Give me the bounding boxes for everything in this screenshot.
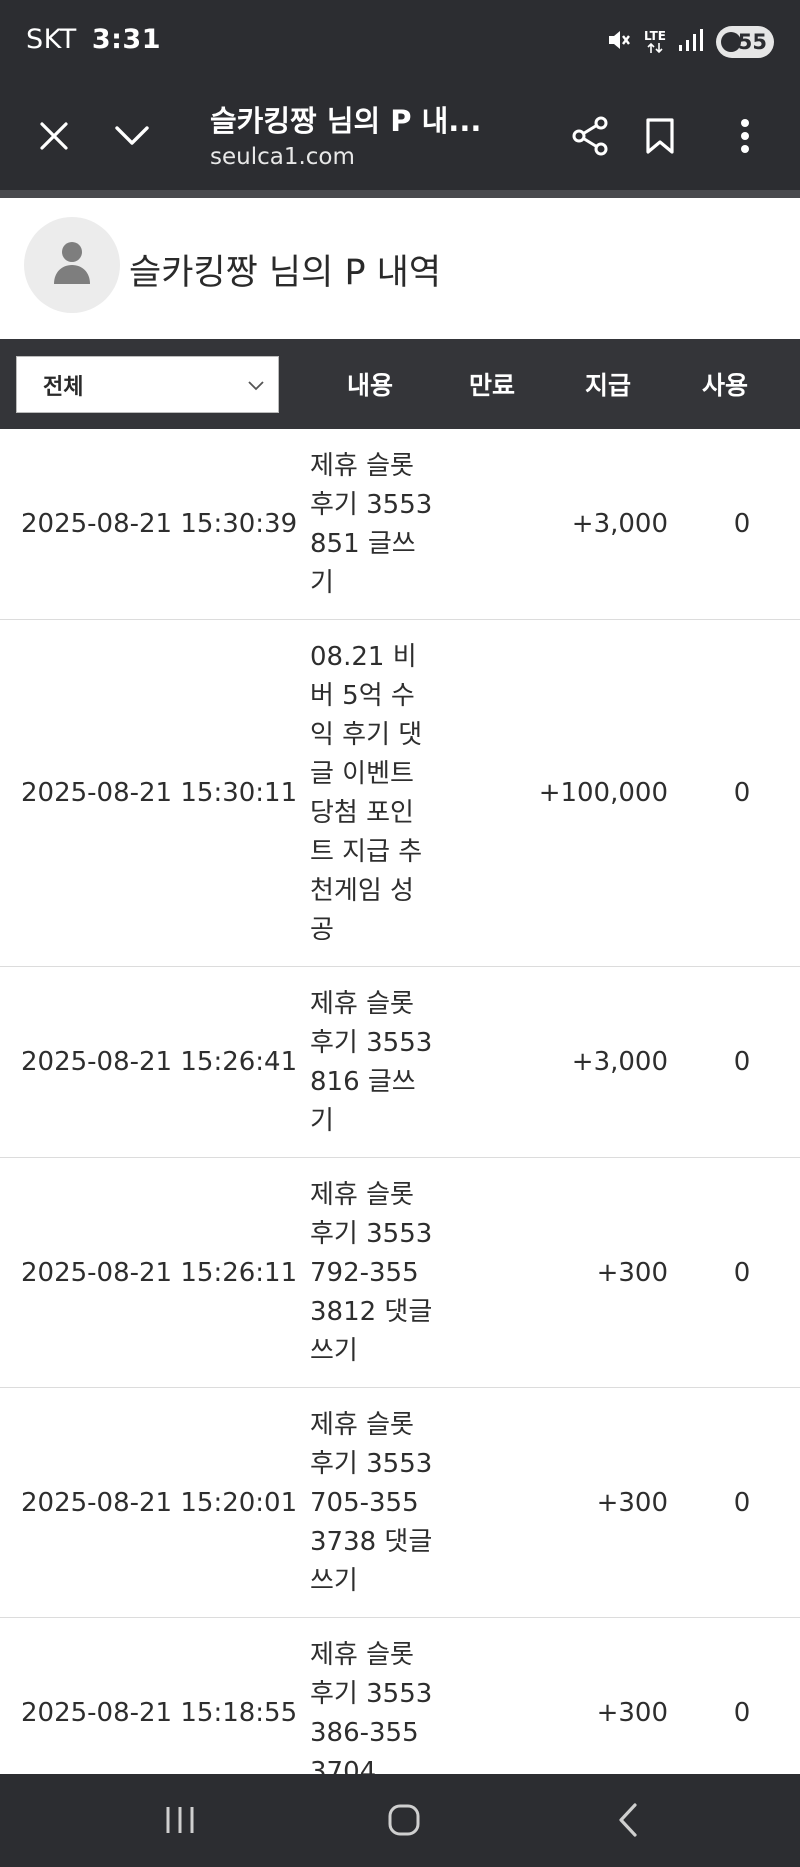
carrier-name: SKT: [26, 24, 77, 55]
row-paid: +3,000: [571, 509, 668, 539]
row-used: 0: [733, 1487, 751, 1518]
toolbar-divider: [0, 190, 800, 198]
lte-label: LTE: [643, 29, 666, 43]
row-date: 2025-08-21 15:30:11: [21, 778, 298, 808]
row-date: 2025-08-21 15:30:39: [21, 509, 298, 539]
chevron-down-icon: [246, 373, 266, 398]
share-icon[interactable]: [558, 104, 622, 168]
filter-selected-value: 전체: [43, 374, 84, 400]
table-row: 2025-08-21 15:26:41 제휴 슬롯 후기 3553816 글쓰기…: [0, 967, 800, 1158]
home-icon[interactable]: [364, 1788, 444, 1852]
row-used: 0: [733, 778, 751, 808]
clock: 3:31: [91, 24, 162, 55]
mute-icon: [606, 27, 632, 57]
browser-url[interactable]: seulca1.com: [210, 144, 355, 170]
row-description: 제휴 슬롯 후기 3553792-3553812 댓글쓰기: [310, 1180, 433, 1366]
signal-icon: [678, 28, 704, 56]
row-paid: +300: [596, 1487, 668, 1518]
browser-toolbar: 슬카킹짱 님의 P 내... seulca1.com: [0, 84, 800, 190]
table-row: 2025-08-21 15:30:11 08.21 비버 5억 수익 후기 댓글…: [0, 620, 800, 967]
row-description: 제휴 슬롯 후기 3553816 글쓰기: [310, 989, 433, 1136]
header-used: 사용: [701, 371, 748, 400]
table-row: 2025-08-21 15:20:01 제휴 슬롯 후기 3553705-355…: [0, 1388, 800, 1618]
row-paid: +3,000: [571, 1047, 668, 1077]
browser-page-title: 슬카킹짱 님의 P 내...: [210, 104, 482, 138]
status-bar: SKT 3:31 LTE 55: [0, 0, 800, 84]
table-row: 2025-08-21 15:30:39 제휴 슬롯 후기 3553851 글쓰기…: [0, 429, 800, 620]
more-vertical-icon[interactable]: [713, 104, 777, 168]
header-expiry: 만료: [468, 371, 515, 400]
row-description: 제휴 슬롯 후기 3553705-3553738 댓글쓰기: [310, 1410, 433, 1596]
row-paid: +300: [596, 1257, 668, 1288]
row-description: 제휴 슬롯 후기 3553851 글쓰기: [310, 451, 433, 598]
status-icons: LTE 55: [606, 24, 774, 60]
table-header: 전체 내용 만료 지급 사용: [0, 339, 800, 429]
power-saving-icon: [721, 32, 741, 52]
bookmark-icon[interactable]: [628, 104, 692, 168]
row-date: 2025-08-21 15:26:41: [21, 1047, 298, 1077]
back-icon[interactable]: [588, 1788, 668, 1852]
user-icon: [51, 240, 93, 290]
table-row: 2025-08-21 15:26:11 제휴 슬롯 후기 3553792-355…: [0, 1158, 800, 1388]
profile-header: 슬카킹짱 님의 P 내역: [0, 198, 800, 339]
chevron-down-icon[interactable]: [100, 104, 164, 168]
close-icon[interactable]: [22, 104, 86, 168]
header-paid: 지급: [584, 371, 631, 400]
page-title: 슬카킹짱 님의 P 내역: [129, 253, 442, 293]
row-used: 0: [733, 509, 751, 539]
navigation-bar: [0, 1774, 800, 1867]
lte-icon: LTE: [644, 30, 666, 54]
row-paid: +100,000: [538, 778, 668, 808]
recent-apps-icon[interactable]: [140, 1788, 220, 1852]
avatar: [24, 217, 120, 313]
battery-icon: 55: [716, 26, 774, 58]
points-table-body: 2025-08-21 15:30:39 제휴 슬롯 후기 3553851 글쓰기…: [0, 429, 800, 1809]
row-date: 2025-08-21 15:20:01: [21, 1487, 298, 1518]
row-date: 2025-08-21 15:26:11: [21, 1257, 298, 1288]
row-description: 08.21 비버 5억 수익 후기 댓글 이벤트 당첨 포인트 지급 추천게임 …: [310, 642, 423, 945]
battery-level: 55: [737, 30, 767, 54]
status-carrier: SKT 3:31: [26, 24, 161, 55]
row-used: 0: [733, 1047, 751, 1077]
row-used: 0: [733, 1257, 751, 1288]
header-content: 내용: [346, 371, 393, 400]
filter-select[interactable]: 전체: [16, 356, 279, 413]
